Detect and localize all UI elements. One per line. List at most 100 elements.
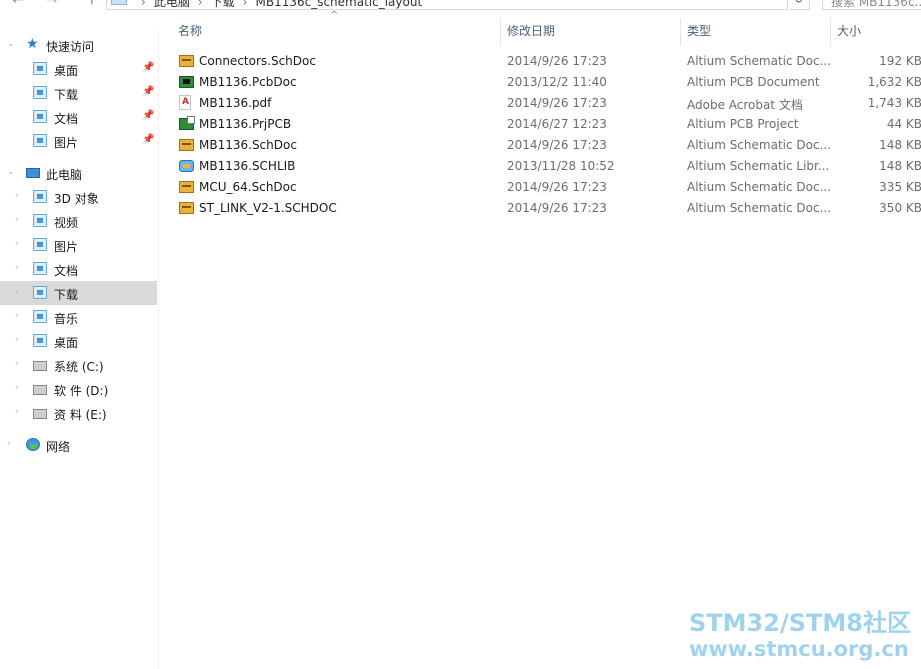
file-name: MCU_64.SchDoc xyxy=(199,180,297,194)
pin-icon[interactable]: 📌 xyxy=(142,86,154,97)
schematic-file-icon xyxy=(179,181,194,193)
pictures-folder-icon xyxy=(33,238,47,251)
schematic-library-icon xyxy=(179,160,194,172)
sidebar-item-desktop[interactable]: › 桌面 xyxy=(0,329,157,353)
file-row[interactable]: MCU_64.SchDoc 2014/9/26 17:23 Altium Sch… xyxy=(172,177,921,198)
chevron-right-icon: › xyxy=(141,0,146,9)
sidebar-item-drive-c[interactable]: › 系统 (C:) xyxy=(0,353,157,377)
file-size: 1,632 KB xyxy=(867,75,921,89)
breadcrumb-downloads[interactable]: 下载 xyxy=(211,0,235,9)
forward-arrow-icon[interactable]: → xyxy=(46,0,58,8)
pin-icon[interactable]: 📌 xyxy=(142,62,154,73)
file-type: Altium Schematic Doc... xyxy=(687,201,832,215)
file-date: 2014/9/26 17:23 xyxy=(507,54,607,68)
sidebar-item-label: 系统 (C:) xyxy=(54,360,104,374)
file-row[interactable]: MB1136.SCHLIB 2013/11/28 10:52 Altium Sc… xyxy=(172,156,921,177)
computer-icon xyxy=(26,168,40,178)
chevron-right-icon[interactable]: › xyxy=(15,335,19,345)
sidebar-item-label: 桌面 xyxy=(54,336,79,350)
chevron-right-icon[interactable]: › xyxy=(15,191,19,201)
chevron-right-icon[interactable]: › xyxy=(15,239,19,249)
file-row[interactable]: Connectors.SchDoc 2014/9/26 17:23 Altium… xyxy=(172,51,921,72)
chevron-right-icon[interactable]: › xyxy=(15,287,19,297)
file-date: 2014/9/26 17:23 xyxy=(507,96,607,110)
column-divider[interactable] xyxy=(830,18,831,46)
sidebar-item-3d-objects[interactable]: › 3D 对象 xyxy=(0,185,157,209)
file-date: 2014/9/26 17:23 xyxy=(507,180,607,194)
pictures-folder-icon xyxy=(33,134,47,147)
sidebar-item-label: 图片 xyxy=(54,136,79,150)
refresh-button[interactable]: ↻ xyxy=(790,0,810,10)
breadcrumb-this-pc[interactable]: 此电脑 xyxy=(154,0,190,9)
sidebar-item-network[interactable]: › 网络 xyxy=(0,433,157,457)
up-arrow-icon[interactable]: ↑ xyxy=(86,0,98,8)
chevron-right-icon[interactable]: › xyxy=(15,407,19,417)
sidebar-item-pictures[interactable]: › 图片 xyxy=(0,233,157,257)
file-size: 44 KB xyxy=(886,117,921,131)
file-date: 2014/9/26 17:23 xyxy=(507,201,607,215)
file-type: Altium PCB Project xyxy=(687,117,799,131)
pcb-file-icon xyxy=(179,76,194,88)
breadcrumb: › 此电脑 › 下载 › MB1136c_schematic_layout xyxy=(133,0,422,10)
chevron-right-icon[interactable]: › xyxy=(15,311,19,321)
sidebar-item-label: 桌面 xyxy=(54,64,79,78)
file-row[interactable]: MB1136.pdf 2014/9/26 17:23 Adobe Acrobat… xyxy=(172,93,921,114)
breadcrumb-current-folder[interactable]: MB1136c_schematic_layout xyxy=(255,0,422,9)
pane-divider[interactable] xyxy=(158,28,159,669)
sidebar-item-drive-e[interactable]: › 资 料 (E:) xyxy=(0,401,157,425)
schematic-file-icon xyxy=(179,55,194,67)
sidebar-item-label: 快速访问 xyxy=(46,40,95,54)
pin-icon[interactable]: 📌 xyxy=(142,110,154,121)
chevron-down-icon[interactable]: ⌄ xyxy=(7,39,15,49)
sidebar-item-label: 图片 xyxy=(54,240,79,254)
folder-icon xyxy=(111,0,127,5)
sidebar-item-downloads[interactable]: › 下载 xyxy=(0,281,157,305)
chevron-right-icon[interactable]: › xyxy=(15,215,19,225)
file-row[interactable]: MB1136.SchDoc 2014/9/26 17:23 Altium Sch… xyxy=(172,135,921,156)
sidebar-item-videos[interactable]: › 视频 xyxy=(0,209,157,233)
refresh-icon: ↻ xyxy=(794,0,803,6)
sidebar-item-pictures-pinned[interactable]: 图片 📌 xyxy=(0,129,157,153)
chevron-right-icon[interactable]: › xyxy=(15,383,19,393)
chevron-right-icon: › xyxy=(242,0,248,9)
drive-icon xyxy=(33,385,47,395)
back-arrow-icon[interactable]: ← xyxy=(12,0,24,8)
chevron-right-icon: › xyxy=(197,0,203,9)
column-header-size[interactable]: 大小 xyxy=(837,22,861,44)
file-row[interactable]: MB1136.PcbDoc 2013/12/2 11:40 Altium PCB… xyxy=(172,72,921,93)
chevron-right-icon[interactable]: › xyxy=(7,439,11,449)
search-input[interactable]: 搜索 MB1136c... xyxy=(822,0,921,10)
file-size: 1,743 KB xyxy=(867,96,921,110)
chevron-right-icon[interactable]: › xyxy=(15,359,19,369)
sidebar-item-drive-d[interactable]: › 软 件 (D:) xyxy=(0,377,157,401)
sidebar-item-label: 音乐 xyxy=(54,312,79,326)
pin-icon[interactable]: 📌 xyxy=(142,134,154,145)
file-name: MB1136.SCHLIB xyxy=(199,159,296,173)
sidebar-item-label: 文档 xyxy=(54,264,79,278)
file-row[interactable]: ST_LINK_V2-1.SCHDOC 2014/9/26 17:23 Alti… xyxy=(172,198,921,219)
column-divider[interactable] xyxy=(680,18,681,46)
column-divider[interactable] xyxy=(500,18,501,46)
pcb-project-icon xyxy=(179,116,195,130)
column-header-name[interactable]: 名称 xyxy=(178,22,202,44)
chevron-right-icon[interactable]: › xyxy=(15,263,19,273)
sidebar-item-music[interactable]: › 音乐 xyxy=(0,305,157,329)
watermark-line-2: www.stmcu.org.cn xyxy=(689,637,909,661)
sidebar-item-quick-access[interactable]: ⌄ ★ 快速访问 xyxy=(0,33,157,57)
file-name: MB1136.SchDoc xyxy=(199,138,297,152)
file-name: MB1136.pdf xyxy=(199,96,272,110)
column-header-date[interactable]: 修改日期 xyxy=(507,22,555,44)
sidebar-item-downloads-pinned[interactable]: 下载 📌 xyxy=(0,81,157,105)
sidebar-item-this-pc[interactable]: ⌄ 此电脑 xyxy=(0,161,157,185)
file-size: 148 KB xyxy=(879,138,921,152)
sidebar-item-label: 此电脑 xyxy=(46,168,83,182)
address-bar[interactable]: › 此电脑 › 下载 › MB1136c_schematic_layout xyxy=(106,0,788,10)
file-date: 2013/11/28 10:52 xyxy=(507,159,615,173)
sidebar-item-documents-pinned[interactable]: 文档 📌 xyxy=(0,105,157,129)
sidebar-item-documents[interactable]: › 文档 xyxy=(0,257,157,281)
file-row[interactable]: MB1136.PrjPCB 2014/6/27 12:23 Altium PCB… xyxy=(172,114,921,135)
sidebar-item-desktop-pinned[interactable]: 桌面 📌 xyxy=(0,57,157,81)
column-header-type[interactable]: 类型 xyxy=(687,22,711,44)
chevron-down-icon[interactable]: ⌄ xyxy=(7,167,15,177)
file-name: Connectors.SchDoc xyxy=(199,54,316,68)
